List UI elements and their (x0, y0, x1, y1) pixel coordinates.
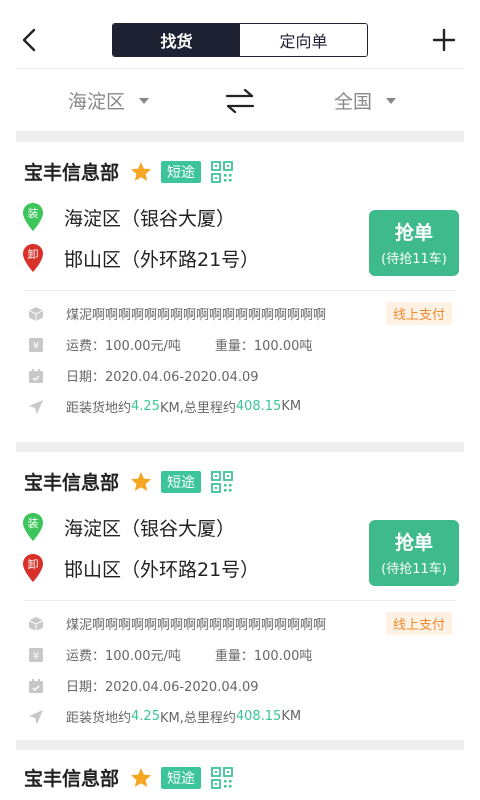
total-distance: 408.15 (235, 709, 282, 724)
route-type-badge: 短途 (161, 766, 202, 789)
star-icon (131, 161, 152, 181)
grab-label: 抢单 (394, 222, 433, 244)
qr-code-icon[interactable] (211, 160, 233, 183)
chevron-down-icon (386, 97, 397, 104)
grab-label: 抢单 (394, 532, 433, 554)
loading-date: 日期：2020.04.06-2020.04.09 (66, 680, 259, 695)
distance-prefix: 距装货地约 (66, 711, 132, 726)
company-name: 宝丰信息部 (24, 162, 120, 184)
distance-row: 距装货地约 4.25 KM,总里程约 408.15 KM (28, 397, 301, 416)
box-icon (28, 306, 44, 321)
card-header: 宝丰信息部 短途 (24, 468, 233, 495)
unload-badge: 卸 (28, 557, 39, 571)
star-icon (131, 471, 152, 491)
to-area-select[interactable]: 全国 (334, 87, 397, 114)
load-location: 海淀区（银谷大厦） (64, 517, 236, 540)
card-header: 宝丰信息部 短途 (24, 158, 233, 185)
tab-directed-order[interactable]: 定向单 (240, 24, 367, 56)
freight-price: 运费：100.00元/吨 (66, 649, 181, 664)
grab-order-button[interactable]: 抢单 (待抢11车) (369, 210, 459, 276)
tab-switcher: 找货 定向单 (112, 23, 368, 57)
unload-location: 邯山区（外环路21号） (64, 558, 260, 581)
payment-badge: 线上支付 (386, 612, 453, 635)
date-row: 日期：2020.04.06-2020.04.09 (28, 366, 259, 385)
plus-icon[interactable] (428, 24, 460, 56)
distance-suffix: KM (281, 709, 302, 724)
load-pin-icon: 装 (23, 203, 43, 231)
from-area-label: 海淀区 (68, 91, 126, 113)
unload-pin-icon: 卸 (23, 244, 43, 272)
header: 找货 定向单 (0, 0, 480, 66)
box-icon (28, 616, 44, 631)
load-location-row: 装 海淀区（银谷大厦） (22, 512, 235, 542)
company-name: 宝丰信息部 (24, 768, 120, 790)
unload-location: 邯山区（外环路21号） (64, 248, 260, 271)
goods-card[interactable]: 宝丰信息部 短途 (16, 750, 464, 800)
goods-card[interactable]: 宝丰信息部 短途 装 海淀区（银谷大厦） 卸 邯山区（外环路21号） 抢单 (待… (16, 452, 464, 752)
freight-row: ¥ 运费：100.00元/吨 重量：100.00吨 (28, 645, 312, 664)
section-gap (16, 442, 464, 452)
distance-to-load: 4.25 (131, 709, 160, 724)
route-filter: 海淀区 全国 (16, 68, 464, 132)
yuan-icon: ¥ (29, 647, 43, 662)
to-area-label: 全国 (334, 91, 373, 113)
load-badge: 装 (28, 207, 39, 220)
navigation-icon (29, 709, 43, 724)
grab-remaining: (待抢11车) (381, 252, 447, 267)
divider (24, 600, 456, 601)
freight-price: 运费：100.00元/吨 (66, 339, 181, 354)
unload-location-row: 卸 邯山区（外环路21号） (22, 553, 259, 583)
distance-row: 距装货地约 4.25 KM,总里程约 408.15 KM (28, 707, 301, 726)
qr-code-icon[interactable] (211, 470, 233, 493)
unload-location-row: 卸 邯山区（外环路21号） (22, 243, 259, 273)
route-type-badge: 短途 (161, 470, 202, 493)
cargo-name: 煤泥啊啊啊啊啊啊啊啊啊啊啊啊啊啊啊啊啊啊 (66, 618, 327, 633)
load-location-row: 装 海淀区（银谷大厦） (22, 202, 235, 232)
goods-card[interactable]: 宝丰信息部 短途 装 海淀区（银谷大厦） 卸 邯山区（外环路21号） 抢单 (待… (16, 142, 464, 442)
yuan-icon: ¥ (29, 337, 43, 352)
cargo-row: 煤泥啊啊啊啊啊啊啊啊啊啊啊啊啊啊啊啊啊啊 (28, 614, 326, 633)
calendar-icon (29, 678, 43, 693)
star-icon (131, 767, 152, 787)
section-gap (16, 132, 464, 142)
load-badge: 装 (28, 517, 39, 530)
chevron-down-icon (139, 97, 150, 104)
load-location: 海淀区（银谷大厦） (64, 207, 236, 230)
total-distance: 408.15 (235, 399, 282, 414)
route-type-badge: 短途 (161, 160, 202, 183)
grab-remaining: (待抢11车) (381, 562, 447, 577)
distance-prefix: 距装货地约 (66, 401, 132, 416)
divider (24, 290, 456, 291)
cargo-row: 煤泥啊啊啊啊啊啊啊啊啊啊啊啊啊啊啊啊啊啊 (28, 304, 326, 323)
cargo-weight: 重量：100.00吨 (214, 339, 313, 354)
company-name: 宝丰信息部 (24, 472, 120, 494)
navigation-icon (29, 399, 43, 414)
qr-code-icon[interactable] (211, 766, 233, 789)
cargo-name: 煤泥啊啊啊啊啊啊啊啊啊啊啊啊啊啊啊啊啊啊 (66, 308, 327, 323)
cargo-weight: 重量：100.00吨 (214, 649, 313, 664)
calendar-icon (29, 368, 43, 383)
grab-order-button[interactable]: 抢单 (待抢11车) (369, 520, 459, 586)
payment-badge: 线上支付 (386, 302, 453, 325)
swap-icon[interactable] (224, 87, 256, 115)
distance-mid: KM,总里程约 (159, 711, 236, 726)
distance-mid: KM,总里程约 (159, 401, 236, 416)
back-icon[interactable] (14, 24, 46, 56)
card-header: 宝丰信息部 短途 (24, 764, 233, 791)
loading-date: 日期：2020.04.06-2020.04.09 (66, 370, 259, 385)
distance-to-load: 4.25 (131, 399, 160, 414)
section-gap (16, 740, 464, 750)
tab-find-goods[interactable]: 找货 (113, 24, 240, 56)
unload-badge: 卸 (28, 247, 39, 261)
from-area-select[interactable]: 海淀区 (68, 87, 150, 114)
date-row: 日期：2020.04.06-2020.04.09 (28, 676, 259, 695)
svg-text:¥: ¥ (33, 341, 39, 352)
load-pin-icon: 装 (23, 513, 43, 541)
freight-row: ¥ 运费：100.00元/吨 重量：100.00吨 (28, 335, 312, 354)
unload-pin-icon: 卸 (23, 554, 43, 582)
distance-suffix: KM (281, 399, 302, 414)
svg-text:¥: ¥ (33, 651, 39, 662)
